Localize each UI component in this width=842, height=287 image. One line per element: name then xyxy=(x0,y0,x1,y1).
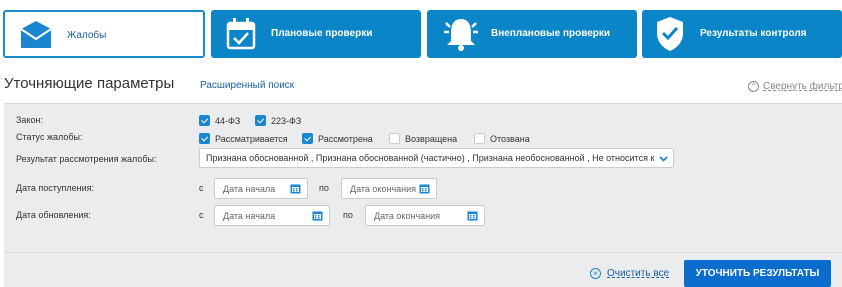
tab-control-results[interactable]: Результаты контроля xyxy=(642,10,842,58)
status-label: Статус жалобы: xyxy=(16,132,83,142)
tab-unplanned-inspections[interactable]: Внеплановые проверки xyxy=(427,10,637,58)
received-from-label: с xyxy=(199,183,204,193)
checkbox-checked-icon xyxy=(302,133,313,144)
law-checkbox-223fz[interactable]: 223-ФЗ xyxy=(255,115,301,126)
calendar-check-icon xyxy=(225,17,257,51)
date-start-placeholder: Дата начала xyxy=(223,183,276,194)
clear-all-link[interactable]: × Очистить все xyxy=(590,268,669,279)
checkbox-checked-icon xyxy=(199,133,210,144)
checkbox-label: Рассмотрена xyxy=(318,133,373,144)
tab-planned-inspections[interactable]: Плановые проверки xyxy=(211,10,421,58)
checkbox-label: 223-ФЗ xyxy=(271,115,302,126)
updated-to-label: по xyxy=(343,210,353,220)
status-checkbox-reviewed[interactable]: Рассмотрена xyxy=(302,133,373,144)
tab-complaints-label: Жалобы xyxy=(67,30,107,41)
status-checkbox-returned[interactable]: Возвращена xyxy=(389,133,457,144)
advanced-search-link[interactable]: Расширенный поиск xyxy=(200,80,294,91)
result-select[interactable]: Признана обоснованной , Признана обоснов… xyxy=(199,148,674,168)
tab-results-label: Результаты контроля xyxy=(700,28,807,39)
updated-date-start-input[interactable]: Дата начала xyxy=(214,205,330,226)
checkbox-checked-icon xyxy=(199,115,210,126)
received-date-label: Дата поступления: xyxy=(16,183,95,193)
date-start-placeholder: Дата начала xyxy=(223,210,276,221)
calendar-icon[interactable] xyxy=(467,210,478,221)
checkbox-label: Возвращена xyxy=(405,133,458,144)
result-select-value: Признана обоснованной , Признана обоснов… xyxy=(206,153,656,163)
shield-check-icon xyxy=(656,16,684,52)
received-date-end-input[interactable]: Дата окончания xyxy=(341,178,437,199)
checkbox-label: Рассматривается xyxy=(215,133,288,144)
calendar-icon[interactable] xyxy=(290,183,301,194)
status-checkbox-reviewing[interactable]: Рассматривается xyxy=(199,133,288,144)
received-date-start-input[interactable]: Дата начала xyxy=(214,178,308,199)
chevron-up-icon: ^ xyxy=(748,81,759,92)
close-circle-icon: × xyxy=(590,268,601,279)
tab-complaints[interactable]: Жалобы xyxy=(3,10,205,58)
chevron-down-icon xyxy=(658,153,669,164)
collapse-filter-label: Свернуть фильтр xyxy=(763,81,842,92)
checkbox-unchecked-icon xyxy=(389,133,400,144)
result-label: Результат рассмотрения жалобы: xyxy=(16,154,157,164)
apply-filters-button[interactable]: УТОЧНИТЬ РЕЗУЛЬТАТЫ xyxy=(684,260,831,287)
tab-planned-label: Плановые проверки xyxy=(271,28,373,39)
section-title: Уточняющие параметры xyxy=(4,75,175,92)
clear-all-label: Очистить все xyxy=(607,268,670,279)
calendar-icon[interactable] xyxy=(312,210,323,221)
checkbox-checked-icon xyxy=(255,115,266,126)
tab-unplanned-label: Внеплановые проверки xyxy=(491,28,611,39)
law-checkbox-44fz[interactable]: 44-ФЗ xyxy=(199,115,240,126)
date-end-placeholder: Дата окончания xyxy=(350,183,417,194)
checkbox-label: 44-ФЗ xyxy=(215,115,241,126)
envelope-icon xyxy=(19,19,53,51)
received-to-label: по xyxy=(319,183,329,193)
alarm-bell-icon xyxy=(441,15,481,53)
collapse-filter-link[interactable]: ^ Свернуть фильтр xyxy=(748,81,842,92)
checkbox-unchecked-icon xyxy=(474,133,485,144)
updated-from-label: с xyxy=(199,210,204,220)
law-label: Закон: xyxy=(16,115,43,125)
updated-date-label: Дата обновления: xyxy=(16,210,91,220)
checkbox-label: Отозвана xyxy=(490,133,530,144)
calendar-icon[interactable] xyxy=(419,183,430,194)
date-end-placeholder: Дата окончания xyxy=(374,210,441,221)
updated-date-end-input[interactable]: Дата окончания xyxy=(365,205,485,226)
status-checkbox-withdrawn[interactable]: Отозвана xyxy=(474,133,530,144)
tab-bar: Жалобы Плановые проверки Внеплановые про… xyxy=(3,10,842,58)
